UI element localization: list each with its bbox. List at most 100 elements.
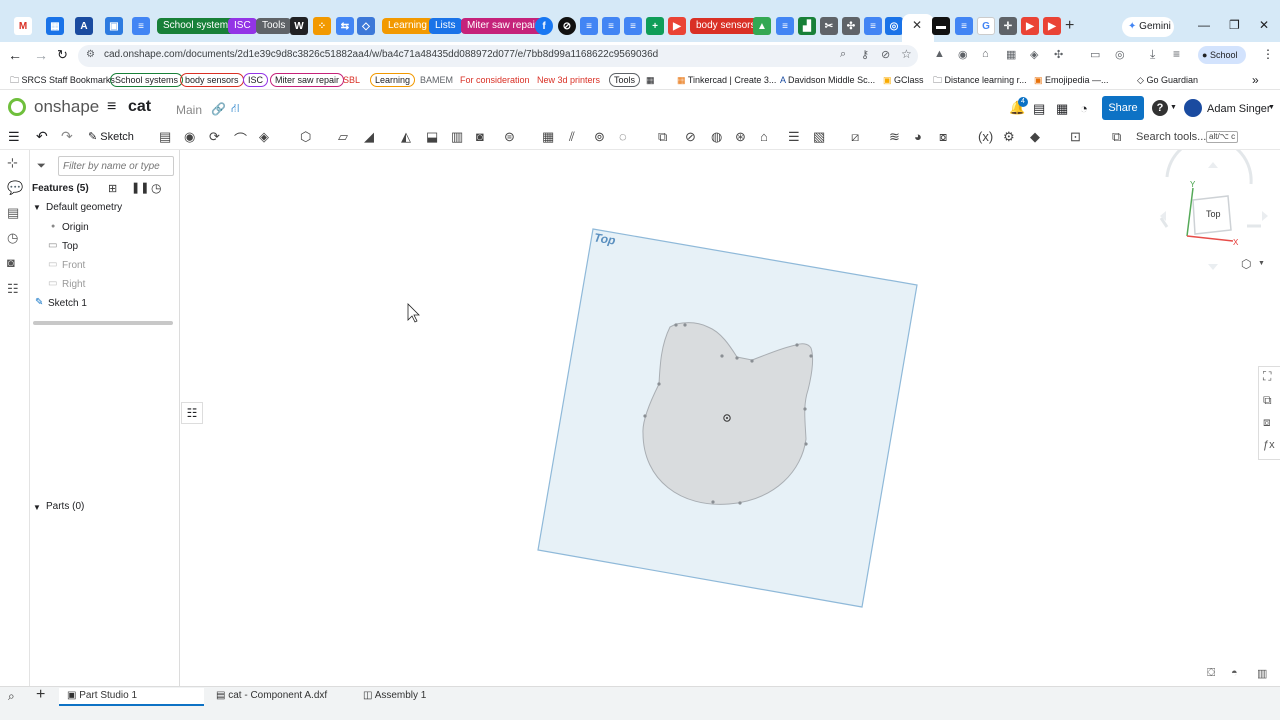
properties-icon[interactable]: ▤ [7,205,19,221]
render-icon[interactable]: ◓ [1231,667,1238,679]
tree-sketch-1[interactable]: Sketch 1 [48,298,87,309]
bookmark-srcs[interactable]: 🗀 SRCS Staff Bookmarks [10,73,115,87]
tree-right[interactable]: Right [62,279,85,290]
chart-tab-icon[interactable]: ▟ [798,17,816,35]
graphics-viewport[interactable]: ☷ Top Top Y X ⬡ ▼ ⛶ ⧉ ⧈ ƒx ⛋ ◓ ▥ [181,150,1280,686]
docs-tab-icon-4[interactable]: ≡ [624,17,642,35]
zoom-icon[interactable]: ⌕ [840,48,846,61]
pattern-icon[interactable]: ⊜ [504,129,515,145]
collapse-chevron-icon[interactable]: ▼ [33,203,41,212]
grid-tab-icon[interactable]: ⁘ [313,17,331,35]
user-name[interactable]: Adam Singer [1207,103,1271,115]
transform-icon[interactable]: ⊚ [594,129,605,145]
docs-tab-icon-7[interactable]: ≡ [955,17,973,35]
tab-assembly-1[interactable]: ◫ Assembly 1 [363,688,426,704]
tree-top[interactable]: Top [62,241,78,252]
offset-icon[interactable]: ▧ [813,129,825,145]
docs-tab-icon-6[interactable]: ≡ [864,17,882,35]
tab-lists[interactable]: Lists [429,18,462,34]
facebook-tab-icon[interactable]: f [535,17,553,35]
ext-icon-8[interactable]: ◎ [1115,48,1125,61]
loft-icon[interactable]: ◈ [259,129,269,145]
bookmark-isc[interactable]: ISC [243,73,269,87]
calendar-tab-icon[interactable]: ▦ [46,17,64,35]
close-window-icon[interactable]: ✕ [1259,18,1269,32]
back-icon[interactable]: ← [8,47,22,63]
bookmark-go-guardian[interactable]: ◇ Go Guardian [1137,73,1198,87]
filter-input[interactable] [58,156,174,176]
site-info-icon[interactable]: ⚙ [86,49,95,60]
forward-icon[interactable]: → [34,47,48,63]
tab-isc[interactable]: ISC [228,18,257,34]
tab-miter-saw-repair[interactable]: Miter saw repair [461,18,545,34]
apps-grid-icon[interactable]: ▦ [646,73,655,87]
featurescript-icon[interactable]: ⚙ [1003,129,1015,145]
undo-icon[interactable]: ↶ [36,128,48,145]
chamfer-icon[interactable]: ◢ [364,129,374,145]
shell-icon[interactable]: ▥ [451,129,463,145]
google-tab-icon[interactable]: G [977,17,995,35]
move-tab-icon[interactable]: ✛ [999,17,1017,35]
meet-ext-icon[interactable]: ◉ [958,48,968,61]
configurations-icon[interactable]: ⧉ [1263,393,1272,408]
insert-icon[interactable]: ⊹ [7,155,18,171]
hole-icon[interactable]: ◙ [476,129,484,144]
add-tab-icon[interactable]: + [36,686,45,704]
revolve-icon[interactable]: ⟳ [209,129,220,145]
section-view-icon[interactable]: ⛋ [1207,667,1215,680]
bookmark-miter-saw[interactable]: Miter saw repair [270,73,345,87]
browser-menu-icon[interactable]: ⋮ [1262,47,1274,61]
view-options-chevron-icon[interactable]: ▼ [1258,260,1265,267]
shield-tab-icon[interactable]: ◇ [357,17,375,35]
bookmark-tools[interactable]: Tools [609,73,641,87]
move-face-icon[interactable]: ⌂ [760,129,768,144]
profile-button[interactable]: ● School [1198,46,1246,64]
learning-icon[interactable]: ◔ [1080,101,1088,116]
close-tab-icon[interactable]: ✕ [912,18,922,32]
mate-icon[interactable]: ◍ [711,129,722,145]
bookmark-davidson[interactable]: A Davidson Middle Sc... [780,73,875,87]
bookmark-body-sensors[interactable]: body sensors [180,73,244,87]
view-options-icon[interactable]: ⬡ [1241,257,1251,271]
sweep-icon[interactable]: ⌒ [234,129,247,148]
a-tab-icon[interactable]: A [75,17,93,35]
url-text[interactable]: cad.onshape.com/documents/2d1e39c9d8c382… [104,49,658,60]
versions-icon[interactable]: ⛙ [231,101,239,117]
reload-icon[interactable]: ↻ [57,47,68,63]
bookmark-learning[interactable]: Learning [370,73,416,87]
tool-tab-icon[interactable]: ✂ [820,17,838,35]
ext-icon-7[interactable]: ▭ [1090,48,1100,61]
draft-icon[interactable]: ◭ [401,129,411,145]
key-icon[interactable]: ⚷ [861,48,869,61]
home-ext-icon[interactable]: ⌂ [982,48,989,60]
section-icon[interactable]: ⧇ [939,129,947,145]
hamburger-icon[interactable]: ≡ [107,98,116,116]
viewcube-face-label[interactable]: Top [1206,209,1221,219]
terminal-tab-icon[interactable]: ▬ [932,17,950,35]
modify-fillet-icon[interactable]: ⊛ [735,129,746,145]
onshape-tab-icon[interactable]: ◎ [885,17,903,35]
tree-front[interactable]: Front [62,260,85,271]
docs-tab-icon-2[interactable]: ≡ [580,17,598,35]
bookmark-gclass[interactable]: ▣ GClass [883,73,924,87]
appearance-icon[interactable]: ⛶ [1263,369,1271,384]
bookmark-distance-learning[interactable]: 🗀 Distance learning r... [933,73,1027,87]
parts-chevron-icon[interactable]: ▼ [33,503,41,512]
frame-icon[interactable]: ≋ [889,129,900,145]
parts-header[interactable]: Parts (0) [46,501,84,512]
image-tab-icon[interactable]: ▣ [105,17,123,35]
function-icon[interactable]: ƒx [1263,439,1275,451]
docs-tab-icon-3[interactable]: ≡ [602,17,620,35]
measure-icon[interactable]: ◙ [7,255,15,270]
bookmark-tinkercad[interactable]: ▦ Tinkercad | Create 3... [677,73,776,87]
ext-icon-5[interactable]: ◈ [1030,48,1038,61]
measure-tool-icon[interactable]: ◕ [914,129,922,144]
drive-tab-icon[interactable]: ▲ [753,17,771,35]
docs-tab-icon-5[interactable]: ≡ [776,17,794,35]
bookmark-for-consideration[interactable]: For consideration [460,73,530,87]
search-icon[interactable]: ⌕ [8,689,15,704]
bom-icon[interactable]: ☷ [7,281,19,297]
tab-dxf-component[interactable]: ▤ cat - Component A.dxf [216,688,327,704]
docs-tab-icon[interactable]: ≡ [132,17,150,35]
branch-label[interactable]: Main [176,103,202,117]
